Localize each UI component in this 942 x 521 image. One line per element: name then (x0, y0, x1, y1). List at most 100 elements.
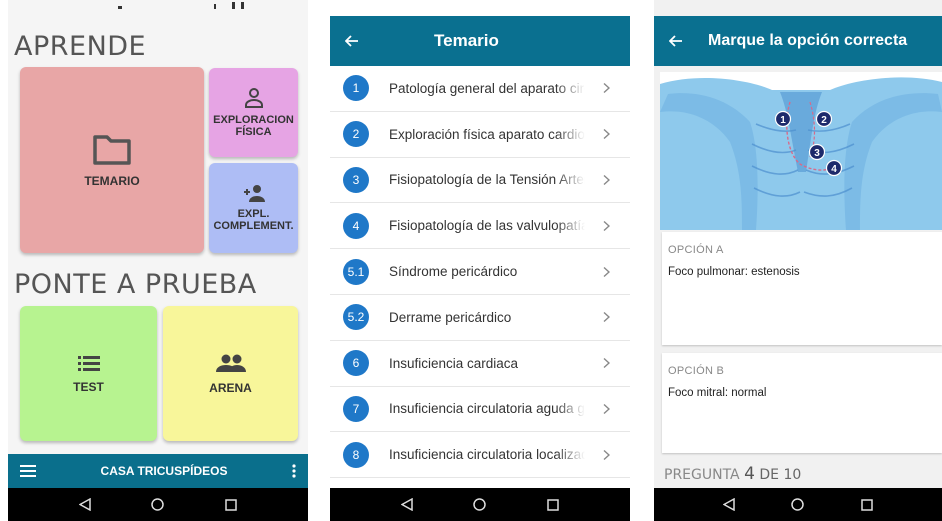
option-b-card[interactable]: OPCIÓN B Foco mitral: normal (662, 353, 942, 453)
topic-list: 1 Patología general del aparato circulato… (330, 66, 630, 479)
nav-home-button[interactable] (783, 490, 813, 520)
topic-row[interactable]: 5.1 Síndrome pericárdico (330, 249, 630, 295)
chevron-right-icon (603, 174, 610, 186)
circle-home-icon (791, 498, 805, 511)
triangle-back-icon (722, 498, 735, 511)
hamburger-menu-icon[interactable] (20, 465, 36, 477)
topic-title: Insuficiencia circulatoria localizada (389, 447, 585, 463)
page-title: Temario (434, 31, 499, 50)
topic-title: Insuficiencia circulatoria aguda general (389, 401, 585, 417)
marker-2-label: 2 (821, 115, 827, 126)
topic-title: Derrame pericárdico (389, 309, 512, 325)
topic-row[interactable]: 8 Insuficiencia circulatoria localizada (330, 432, 630, 479)
bottom-app-bar: CASA TRICUSPÍDEOS (8, 454, 308, 488)
square-recents-icon (861, 498, 874, 511)
topic-title: Fisiopatología de la Tensión Arterial (389, 172, 585, 188)
nav-recents-button[interactable] (852, 490, 882, 520)
chevron-right-icon (603, 358, 610, 369)
topic-number-badge: 4 (343, 212, 369, 239)
topic-row[interactable]: 1 Patología general del aparato circulato… (330, 66, 630, 112)
temario-label: TEMARIO (84, 174, 140, 188)
topic-title: Insuficiencia cardiaca (389, 355, 519, 371)
test-label: TEST (73, 379, 104, 394)
android-nav-bar (8, 488, 308, 521)
temario-tile[interactable]: TEMARIO (20, 67, 204, 253)
back-button[interactable] (654, 35, 698, 47)
option-a-label: OPCIÓN A (668, 244, 724, 256)
exploracion-label-1: EXPLORACION (213, 113, 294, 126)
chevron-right-icon (603, 129, 610, 140)
nav-recents-button[interactable] (538, 490, 568, 520)
nav-back-button[interactable] (392, 490, 422, 520)
question-counter: PREGUNTA 4 DE 10 (664, 464, 801, 484)
topic-number-badge: 5.1 (343, 258, 369, 285)
expl-label-1: EXPL. (237, 208, 270, 220)
page-title: Marque la opción correcta (708, 32, 908, 49)
temario-screen: Temario 1 Patología general del aparato c… (330, 0, 630, 521)
nav-back-button[interactable] (70, 490, 100, 520)
add-person-icon (243, 185, 265, 202)
topic-row[interactable]: 7 Insuficiencia circulatoria aguda genera… (330, 387, 630, 433)
option-b-label: OPCIÓN B (668, 365, 725, 377)
more-vert-icon[interactable] (292, 464, 296, 478)
chest-auscultation-illustration: 1 2 3 4 (660, 72, 942, 230)
marker-4-label: 4 (831, 164, 837, 175)
triangle-back-icon (400, 498, 413, 511)
nav-recents-button[interactable] (216, 490, 246, 520)
arena-label: ARENA (209, 380, 252, 395)
topic-row[interactable]: 4 Fisiopatología de las valvulopatías (330, 203, 630, 250)
circle-home-icon (151, 498, 165, 511)
person-outline-icon (244, 87, 263, 108)
topic-number-badge: 3 (343, 166, 369, 193)
group-icon (215, 354, 246, 372)
question-suffix: DE 10 (759, 467, 802, 483)
exploracion-fisica-tile[interactable]: EXPLORACION FÍSICA (209, 68, 298, 157)
nav-home-button[interactable] (143, 490, 173, 520)
chevron-right-icon (603, 266, 610, 277)
topic-title: Exploración física aparato cardiocircula… (389, 126, 585, 142)
topic-number-badge: 6 (343, 350, 369, 377)
topic-row[interactable]: 2 Exploración física aparato cardiocircul… (330, 112, 630, 158)
circle-home-icon (473, 498, 487, 511)
arrow-back-icon (669, 35, 682, 47)
expl-label-2: COMPLEMENT. (213, 220, 294, 232)
android-nav-bar (330, 488, 630, 521)
section-title-aprende: APRENDE (14, 31, 147, 62)
option-a-card[interactable]: OPCIÓN A Foco pulmonar: estenosis (662, 232, 942, 345)
topic-row[interactable]: 3 Fisiopatología de la Tensión Arterial (330, 158, 630, 204)
option-b-text: Foco mitral: normal (668, 387, 767, 399)
option-a-text: Foco pulmonar: estenosis (668, 266, 800, 278)
nav-home-button[interactable] (465, 490, 495, 520)
back-button[interactable] (330, 35, 374, 47)
topic-row[interactable]: 6 Insuficiencia cardiaca (330, 341, 630, 387)
marker-1-label: 1 (780, 115, 786, 126)
arrow-back-icon (345, 35, 358, 47)
square-recents-icon (225, 498, 238, 511)
question-prefix: PREGUNTA (664, 467, 740, 483)
topic-row[interactable]: 5.2 Derrame pericárdico (330, 295, 630, 341)
chevron-right-icon (603, 449, 610, 460)
expl-complement-tile[interactable]: EXPL. COMPLEMENT. (209, 163, 298, 253)
topic-number-badge: 7 (343, 395, 369, 422)
topic-number-badge: 2 (343, 121, 369, 148)
topic-number-badge: 1 (343, 75, 369, 102)
nav-back-button[interactable] (714, 490, 744, 520)
marker-3-label: 3 (814, 148, 820, 159)
topic-number-badge: 8 (343, 441, 369, 468)
question-screen: Marque la opción correcta 1 2 3 4 OPCIÓN… (654, 0, 942, 521)
chevron-right-icon (603, 403, 610, 414)
temario-app-bar: Temario (330, 16, 630, 66)
android-nav-bar (654, 488, 942, 521)
square-recents-icon (547, 498, 560, 511)
home-screen: APRENDE TEMARIO EXPLORACION FÍSICA EXPL.… (8, 0, 308, 521)
status-bar-fragment (118, 2, 244, 9)
question-app-bar: Marque la opción correcta (654, 16, 942, 66)
test-tile[interactable]: TEST (20, 306, 157, 441)
section-title-ponte-a-prueba: PONTE A PRUEBA (14, 269, 257, 300)
chevron-right-icon (603, 312, 610, 323)
folder-icon (93, 135, 131, 165)
topic-title: Síndrome pericárdico (389, 264, 518, 280)
triangle-back-icon (78, 498, 91, 511)
topic-number-badge: 5.2 (343, 304, 369, 331)
arena-tile[interactable]: ARENA (163, 306, 298, 441)
